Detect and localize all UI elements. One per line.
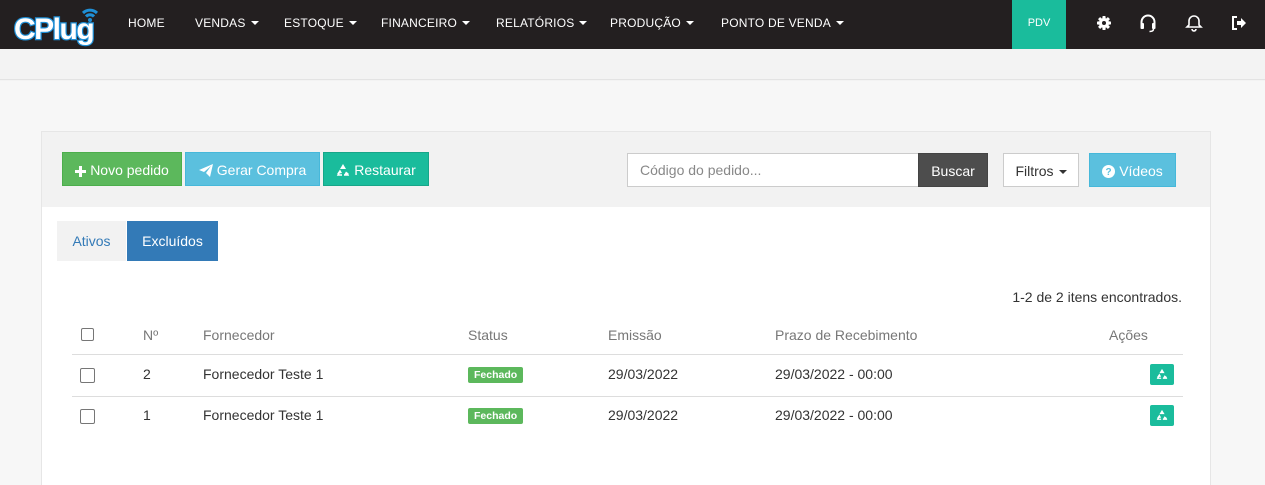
column-header-status: Status — [468, 327, 508, 343]
recycle-icon — [1156, 368, 1168, 379]
restore-label: Restaurar — [354, 162, 416, 178]
row-issued-date: 29/03/2022 — [608, 366, 679, 382]
nav-producao[interactable]: PRODUÇÃO — [610, 0, 694, 49]
nav-ponto-de-venda[interactable]: PONTO DE VENDA — [721, 0, 844, 49]
new-order-button[interactable]: Novo pedido — [62, 152, 182, 186]
select-all-checkbox[interactable] — [81, 328, 94, 341]
results-count: 1-2 de 2 itens encontrados. — [1012, 289, 1182, 305]
caret-down-icon — [685, 21, 694, 25]
new-order-label: Novo pedido — [90, 162, 169, 178]
row-issued-date: 29/03/2022 — [608, 407, 679, 423]
row-number: 2 — [143, 366, 151, 382]
gear-icon[interactable] — [1094, 13, 1114, 33]
row-due-date: 29/03/2022 - 00:00 — [775, 407, 893, 423]
restore-row-button[interactable] — [1150, 364, 1174, 385]
table-divider — [72, 354, 1183, 355]
nav-relatorios[interactable]: RELATÓRIOS — [496, 0, 588, 49]
row-number: 1 — [143, 407, 151, 423]
nav-relatorios-label: RELATÓRIOS — [496, 16, 575, 30]
recycle-icon — [337, 164, 350, 176]
nav-financeiro[interactable]: FINANCEIRO — [381, 0, 471, 49]
caret-down-icon — [835, 21, 844, 25]
table-divider — [72, 396, 1183, 397]
tab-excluidos[interactable]: Excluídos — [127, 221, 218, 261]
svg-text:CPlug: CPlug — [14, 13, 93, 46]
row-supplier: Fornecedor Teste 1 — [203, 407, 324, 423]
nav-vendas-label: VENDAS — [195, 16, 246, 30]
sub-header-strip — [0, 49, 1265, 80]
generate-purchase-button[interactable]: Gerar Compra — [185, 152, 320, 186]
caret-down-icon — [250, 21, 259, 25]
nav-vendas[interactable]: VENDAS — [195, 0, 259, 49]
column-header-number: Nº — [143, 327, 159, 343]
videos-button[interactable]: ? Vídeos — [1089, 153, 1176, 187]
status-badge: Fechado — [468, 367, 524, 383]
question-circle-icon: ? — [1102, 165, 1116, 178]
nav-producao-label: PRODUÇÃO — [610, 16, 681, 30]
cplug-logo[interactable]: CPlug — [13, 3, 105, 47]
bell-icon[interactable] — [1184, 13, 1204, 33]
restore-row-button[interactable] — [1150, 405, 1174, 426]
nav-home[interactable]: HOME — [128, 0, 165, 49]
row-due-date: 29/03/2022 - 00:00 — [775, 366, 893, 382]
videos-label: Vídeos — [1119, 163, 1163, 179]
tab-ativos[interactable]: Ativos — [57, 221, 126, 261]
status-badge: Fechado — [468, 408, 524, 424]
paper-plane-icon — [198, 164, 213, 177]
headset-icon[interactable] — [1138, 13, 1158, 33]
column-header-issued: Emissão — [608, 327, 662, 343]
recycle-icon — [1156, 409, 1168, 420]
logout-icon[interactable] — [1229, 13, 1249, 33]
row-supplier: Fornecedor Teste 1 — [203, 366, 324, 382]
column-header-supplier: Fornecedor — [203, 327, 275, 343]
nav-estoque-label: ESTOQUE — [284, 16, 344, 30]
search-button[interactable]: Buscar — [918, 153, 988, 187]
top-navbar: CPlug HOME VENDAS ESTOQUE FINANCEIRO REL… — [0, 0, 1265, 49]
nav-estoque[interactable]: ESTOQUE — [284, 0, 357, 49]
filters-dropdown-button[interactable]: Filtros — [1003, 153, 1079, 187]
caret-down-icon — [462, 21, 471, 25]
plus-icon — [75, 166, 87, 177]
nav-financeiro-label: FINANCEIRO — [381, 16, 458, 30]
column-header-due: Prazo de Recebimento — [775, 327, 918, 343]
caret-down-icon — [1058, 170, 1067, 174]
filters-label: Filtros — [1015, 163, 1054, 179]
caret-down-icon — [579, 21, 588, 25]
caret-down-icon — [348, 21, 357, 25]
svg-text:?: ? — [1106, 167, 1112, 178]
row-checkbox[interactable] — [80, 409, 95, 424]
nav-home-label: HOME — [128, 16, 165, 30]
nav-ponto-de-venda-label: PONTO DE VENDA — [721, 16, 831, 30]
restore-button[interactable]: Restaurar — [323, 152, 429, 186]
orders-panel: Novo pedido Gerar Compra Restaurar Busca… — [41, 131, 1211, 485]
pdv-button[interactable]: PDV — [1012, 0, 1066, 49]
generate-purchase-label: Gerar Compra — [216, 162, 307, 178]
order-code-search-input[interactable] — [627, 153, 918, 187]
row-checkbox[interactable] — [80, 368, 95, 383]
column-header-actions: Ações — [1109, 327, 1148, 343]
